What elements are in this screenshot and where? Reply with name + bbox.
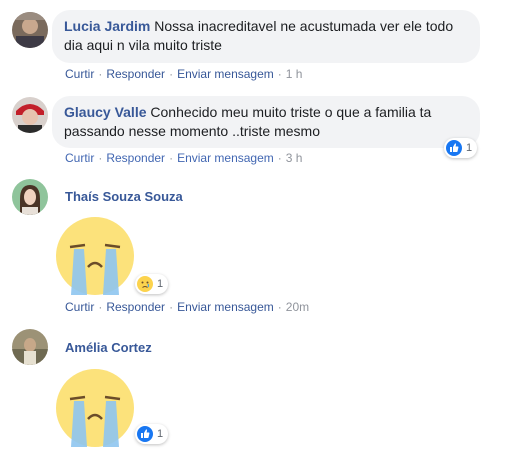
reaction-badge[interactable]: 1 [444, 138, 478, 158]
timestamp[interactable]: 1 h [286, 67, 303, 81]
separator: · [277, 67, 282, 81]
separator: · [98, 300, 103, 314]
reaction-badge[interactable]: 1 [135, 424, 169, 444]
like-link[interactable]: Curtir [65, 151, 94, 165]
crying-face-sticker [54, 215, 136, 297]
crying-face-sticker [54, 367, 136, 449]
comment-actions: Curtir · Responder · Enviar mensagem · 3 h [65, 151, 302, 165]
separator: · [169, 67, 174, 81]
reaction-badge[interactable]: 1 [135, 274, 169, 294]
like-link[interactable]: Curtir [65, 67, 94, 81]
separator: · [98, 151, 103, 165]
reply-link[interactable]: Responder [106, 67, 165, 81]
separator: · [169, 300, 174, 314]
comment-author[interactable]: Lucia Jardim [64, 18, 150, 34]
separator: · [277, 151, 282, 165]
timestamp[interactable]: 20m [286, 300, 309, 314]
comment-actions: Curtir · Responder · Enviar mensagem · 1 h [65, 67, 302, 81]
comment-author[interactable]: Amélia Cortez [65, 340, 152, 355]
reaction-count: 1 [157, 428, 164, 440]
avatar[interactable] [12, 97, 48, 133]
comment-bubble: Lucia Jardim Nossa inacreditavel ne acus… [52, 10, 480, 63]
send-message-link[interactable]: Enviar mensagem [177, 300, 274, 314]
comment-author[interactable]: Glaucy Valle [64, 104, 147, 120]
sad-emoji-icon [137, 276, 153, 292]
like-icon [137, 426, 153, 442]
comment-author[interactable]: Thaís Souza Souza [65, 189, 183, 204]
separator: · [169, 151, 174, 165]
avatar[interactable] [12, 12, 48, 48]
reply-link[interactable]: Responder [106, 151, 165, 165]
reaction-count: 1 [157, 278, 164, 290]
send-message-link[interactable]: Enviar mensagem [177, 151, 274, 165]
like-link[interactable]: Curtir [65, 300, 94, 314]
timestamp[interactable]: 3 h [286, 151, 303, 165]
separator: · [277, 300, 282, 314]
avatar[interactable] [12, 179, 48, 215]
send-message-link[interactable]: Enviar mensagem [177, 67, 274, 81]
comment-actions: Curtir · Responder · Enviar mensagem · 20m [65, 300, 309, 314]
avatar[interactable] [12, 329, 48, 365]
reply-link[interactable]: Responder [106, 300, 165, 314]
comment-bubble: Glaucy Valle Conhecido meu muito triste … [52, 96, 480, 148]
separator: · [98, 67, 103, 81]
reaction-count: 1 [466, 142, 473, 154]
like-icon [446, 140, 462, 156]
